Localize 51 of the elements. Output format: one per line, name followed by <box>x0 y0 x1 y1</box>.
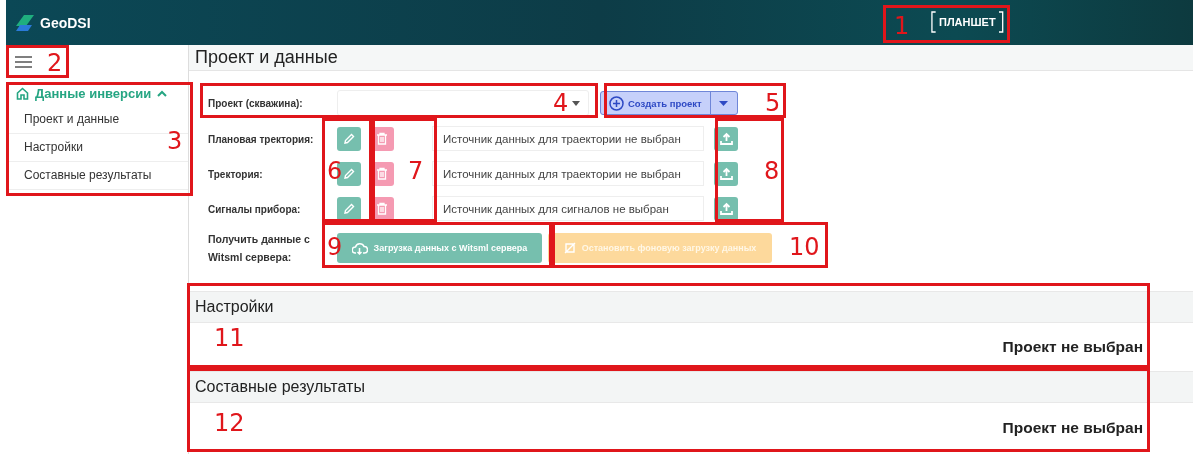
pencil-icon <box>343 202 355 215</box>
status-message: Проект не выбран <box>1002 338 1143 356</box>
trash-icon <box>376 202 388 215</box>
status-message: Проект не выбран <box>1002 419 1143 437</box>
create-project-button[interactable]: Создать проект <box>601 92 711 114</box>
mode-button[interactable]: ПЛАНШЕТ <box>931 11 1004 33</box>
source-field[interactable]: Источник данных для сигналов не выбран <box>432 196 704 221</box>
source-field[interactable]: Источник данных для траектории не выбран <box>432 126 704 151</box>
upload-button[interactable] <box>714 196 738 221</box>
menu-icon[interactable] <box>15 55 32 68</box>
sidebar-item[interactable]: Проект и данные <box>24 112 120 126</box>
callout-number: 3 <box>167 129 183 153</box>
upload-icon <box>719 202 733 215</box>
edit-button[interactable] <box>337 196 361 221</box>
project-select[interactable] <box>337 90 589 116</box>
upload-icon <box>719 132 733 145</box>
upload-button[interactable] <box>714 126 738 151</box>
callout-number: 5 <box>765 91 781 115</box>
section-title: Составные результаты <box>195 378 365 395</box>
pencil-icon <box>343 167 355 180</box>
field-label: Проект (скважина): <box>208 98 303 109</box>
cloud-download-icon <box>351 241 368 255</box>
callout-number: 2 <box>47 51 63 75</box>
callout-number: 1 <box>894 14 910 38</box>
source-field[interactable]: Источник данных для траектории не выбран <box>432 161 704 186</box>
caret-icon <box>572 100 580 106</box>
app-logo-text: GeoDSI <box>40 14 91 31</box>
plus-circle-icon <box>609 95 624 111</box>
field-label: Тректория: <box>208 168 263 180</box>
callout-number: 8 <box>764 159 780 183</box>
field-label: Сигналы прибора: <box>208 203 301 215</box>
section-title: Настройки <box>195 298 274 315</box>
callout-number: 12 <box>214 411 245 435</box>
sidebar-item[interactable]: Настройки <box>24 140 83 154</box>
upload-button[interactable] <box>714 161 738 186</box>
callout-number: 7 <box>408 159 424 183</box>
home-icon <box>16 86 29 100</box>
sidebar-item[interactable]: Составные результаты <box>24 168 152 182</box>
chevron-up-icon[interactable] <box>157 89 168 97</box>
callout-number: 10 <box>789 235 820 259</box>
trash-icon <box>376 132 388 145</box>
field-label: Получить данные с Witsml сервера: <box>208 232 311 265</box>
pencil-icon <box>343 132 355 145</box>
upload-icon <box>719 167 733 180</box>
caret-icon <box>719 100 729 106</box>
callout-number: 11 <box>214 326 245 350</box>
trash-icon <box>376 167 388 180</box>
callout-number: 4 <box>553 91 569 115</box>
page-title: Проект и данные <box>195 47 338 67</box>
field-label: Плановая тректория: <box>208 133 314 145</box>
logo-icon <box>16 14 34 31</box>
